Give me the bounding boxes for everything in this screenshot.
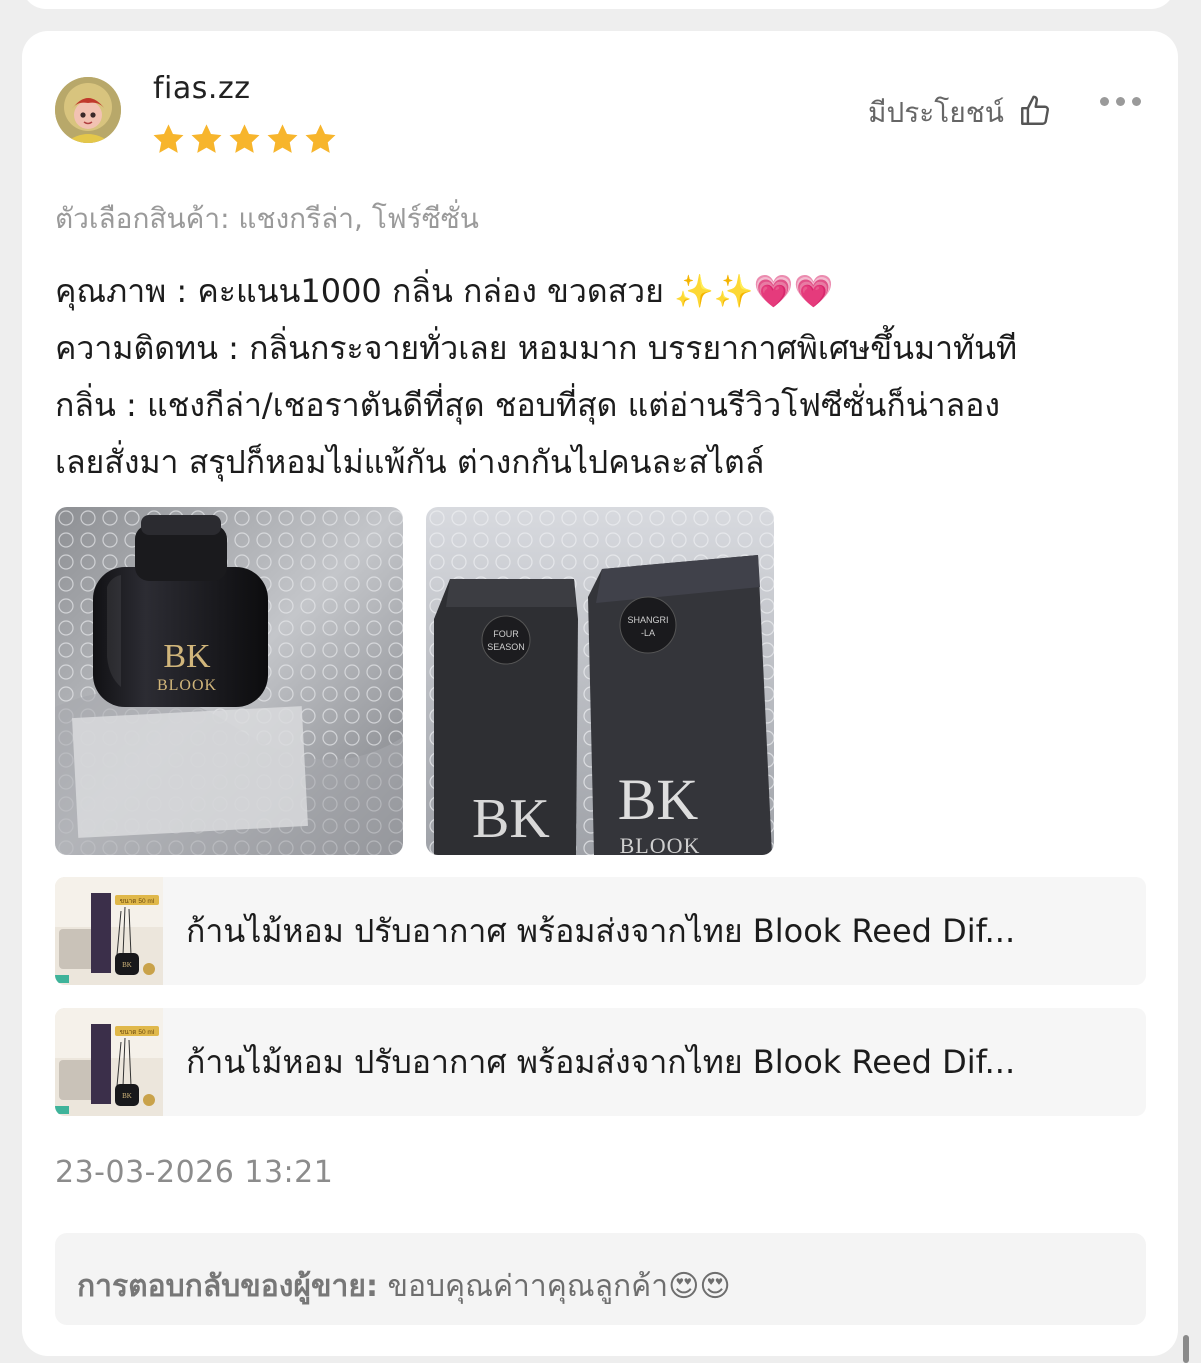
photo-brand-name: BLOOK [157, 677, 217, 694]
product-title[interactable]: ก้านไม้หอม ปรับอากาศ พร้อมส่งจากไทย Bloo… [186, 877, 1126, 985]
rating-stars [150, 121, 339, 158]
photo-brand-mark: BK [163, 638, 211, 675]
star-icon [302, 121, 339, 158]
previous-review-card [22, 0, 1175, 9]
star-icon [264, 121, 301, 158]
helpful-button[interactable]: มีประโยชน์ [868, 91, 1052, 135]
product-variant: ตัวเลือกสินค้า: แชงกรีล่า, โฟร์ซีซั่น [55, 202, 479, 235]
review-photo-bottle[interactable]: BK BLOOK [55, 507, 403, 855]
product-link[interactable]: ขนาด 50 ml BK ก้านไม้หอม ปรับอากาศ พร้อม… [55, 877, 1146, 985]
box-brand-name: BLOOK [620, 833, 701, 855]
star-icon [188, 121, 225, 158]
more-options-icon[interactable] [1100, 97, 1141, 106]
review-photo-boxes[interactable]: FOUR SEASON BK SHANGRI -LA BK BLOOK [426, 507, 774, 855]
product-thumbnail: ขนาด 50 ml BK [55, 877, 163, 985]
star-icon [150, 121, 187, 158]
scrollbar[interactable] [1183, 1335, 1189, 1363]
seller-reply-text: การตอบกลับของผู้ขาย: ขอบคุณค่าาคุณลูกค้า… [77, 1233, 731, 1341]
box-brand-mark-left: BK [472, 788, 550, 850]
seller-reply-message: ขอบคุณค่าาคุณลูกค้า😍😍 [377, 1269, 731, 1304]
review-timestamp: 23-03-2026 13:21 [55, 1155, 334, 1190]
svg-text:SHANGRI: SHANGRI [627, 615, 668, 625]
review-text: คุณภาพ : คะแนน1000 กลิ่น กล่อง ขวดสวย ✨✨… [55, 263, 1155, 491]
seller-reply-label: การตอบกลับของผู้ขาย: [77, 1269, 378, 1304]
helpful-label: มีประโยชน์ [868, 96, 1004, 129]
avatar[interactable] [55, 77, 121, 143]
thumbs-up-icon [1018, 94, 1052, 132]
svg-text:ขนาด 50 ml: ขนาด 50 ml [120, 1029, 155, 1036]
svg-text:FOUR: FOUR [493, 629, 519, 639]
svg-text:ขนาด 50 ml: ขนาด 50 ml [120, 898, 155, 905]
review-line-quality: คุณภาพ : คะแนน1000 กลิ่น กล่อง ขวดสวย ✨✨… [55, 272, 834, 310]
svg-text:BK: BK [122, 961, 132, 969]
review-line-summary: เลยสั่งมา สรุปก็หอมไม่แพ้กัน ต่างกกันไปค… [55, 443, 765, 481]
box-brand-mark-right: BK [618, 767, 699, 832]
product-title[interactable]: ก้านไม้หอม ปรับอากาศ พร้อมส่งจากไทย Bloo… [186, 1008, 1126, 1116]
product-link[interactable]: ขนาด 50 ml BK ก้านไม้หอม ปรับอากาศ พร้อม… [55, 1008, 1146, 1116]
seller-reply: การตอบกลับของผู้ขาย: ขอบคุณค่าาคุณลูกค้า… [55, 1233, 1146, 1325]
avatar-icon [55, 77, 121, 143]
review-line-scent: กลิ่น : แชงกีล่า/เชอราตันดีที่สุด ชอบที่… [55, 386, 1000, 424]
star-icon [226, 121, 263, 158]
svg-text:-LA: -LA [641, 628, 655, 638]
reviewer-name[interactable]: fias.zz [153, 71, 250, 106]
product-thumbnail: ขนาด 50 ml BK [55, 1008, 163, 1116]
svg-text:SEASON: SEASON [487, 642, 525, 652]
review-line-longevity: ความติดทน : กลิ่นกระจายทั่วเลย หอมมาก บร… [55, 329, 1018, 367]
svg-text:BK: BK [122, 1092, 132, 1100]
review-card: fias.zz มีประโยชน์ ตัวเลือกสินค้า: แชงกร… [22, 31, 1178, 1356]
